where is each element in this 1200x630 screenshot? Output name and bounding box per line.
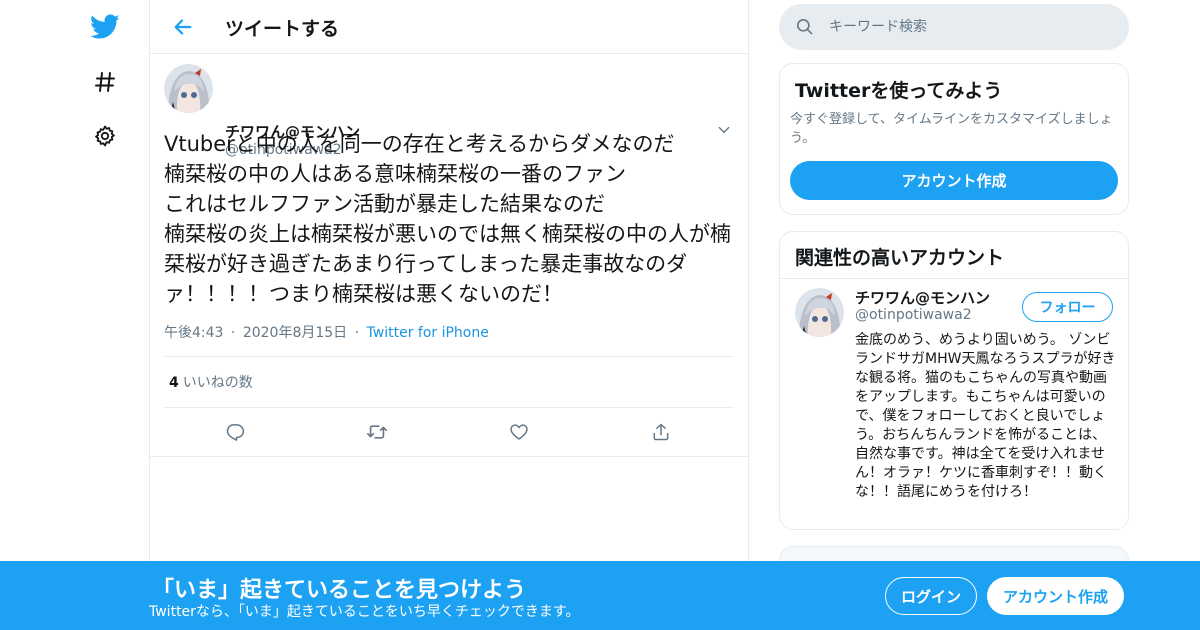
related-account-handle[interactable]: @otinpotiwawa2 <box>855 307 972 323</box>
twitter-bird-icon[interactable] <box>88 10 122 44</box>
chevron-down-icon[interactable] <box>714 120 734 140</box>
page-title: ツイートする <box>225 18 340 40</box>
related-account-name[interactable]: チワワん@モンハン <box>855 287 990 308</box>
signup-card-description: 今すぐ登録して、タイムラインをカスタマイズしましょう。 <box>790 112 1113 146</box>
signup-card: Twitterを使ってみよう 今すぐ登録して、タイムラインをカスタマイズしましょ… <box>779 63 1129 215</box>
login-button[interactable]: ログイン <box>885 577 977 615</box>
related-avatar[interactable] <box>795 288 844 337</box>
hashtag-icon[interactable] <box>88 65 122 99</box>
author-name[interactable]: チワワん@モンハン <box>225 121 360 142</box>
banner-subtitle: Twitterなら、「いま」起きていることをいち早くチェックできます。 <box>149 604 580 620</box>
signup-card-title: Twitterを使ってみよう <box>795 80 1003 102</box>
like-icon[interactable] <box>501 414 537 450</box>
likes-count[interactable]: 4 いいねの数 <box>169 372 253 392</box>
left-nav <box>0 0 150 630</box>
author-avatar-image[interactable] <box>164 64 213 113</box>
back-arrow-icon[interactable] <box>168 12 198 42</box>
follow-button[interactable]: フォロー <box>1022 292 1113 322</box>
signup-banner: 「いま」起きていることを見つけよう Twitterなら、「いま」起きていることを… <box>0 561 1200 630</box>
create-account-button[interactable]: アカウント作成 <box>790 161 1118 200</box>
tweet-detail: チワワん@モンハン @otinpotiwawa2 <box>150 54 748 457</box>
gear-icon[interactable] <box>88 119 122 153</box>
divider <box>780 278 1128 279</box>
retweet-icon[interactable] <box>359 414 395 450</box>
tweet-actions <box>164 414 734 450</box>
likes-number: 4 <box>169 375 179 391</box>
signup-button[interactable]: アカウント作成 <box>987 577 1124 615</box>
author-handle[interactable]: @otinpotiwawa2 <box>225 142 342 158</box>
related-account-bio: 金底のめう、めうより固いめう。 ゾンビランドサガMHW天鳳なろうスプラが好きな観… <box>855 332 1116 500</box>
search-icon <box>795 17 814 40</box>
main-header: ツイートする <box>150 0 748 54</box>
related-accounts-card: 関連性の高いアカウント チワワん@モンハン @otinpotiwawa2 フォロ… <box>779 231 1129 530</box>
main-column: ツイートする チワワん@モンハン @otinpotiwawa2 <box>149 0 749 630</box>
related-card-title: 関連性の高いアカウント <box>795 247 1005 269</box>
banner-title: 「いま」起きていることを見つけよう <box>152 578 527 603</box>
search-box[interactable] <box>779 4 1129 50</box>
share-icon[interactable] <box>643 414 679 450</box>
likes-label: いいねの数 <box>182 375 253 391</box>
reply-icon[interactable] <box>217 414 253 450</box>
search-input[interactable] <box>829 4 1119 50</box>
